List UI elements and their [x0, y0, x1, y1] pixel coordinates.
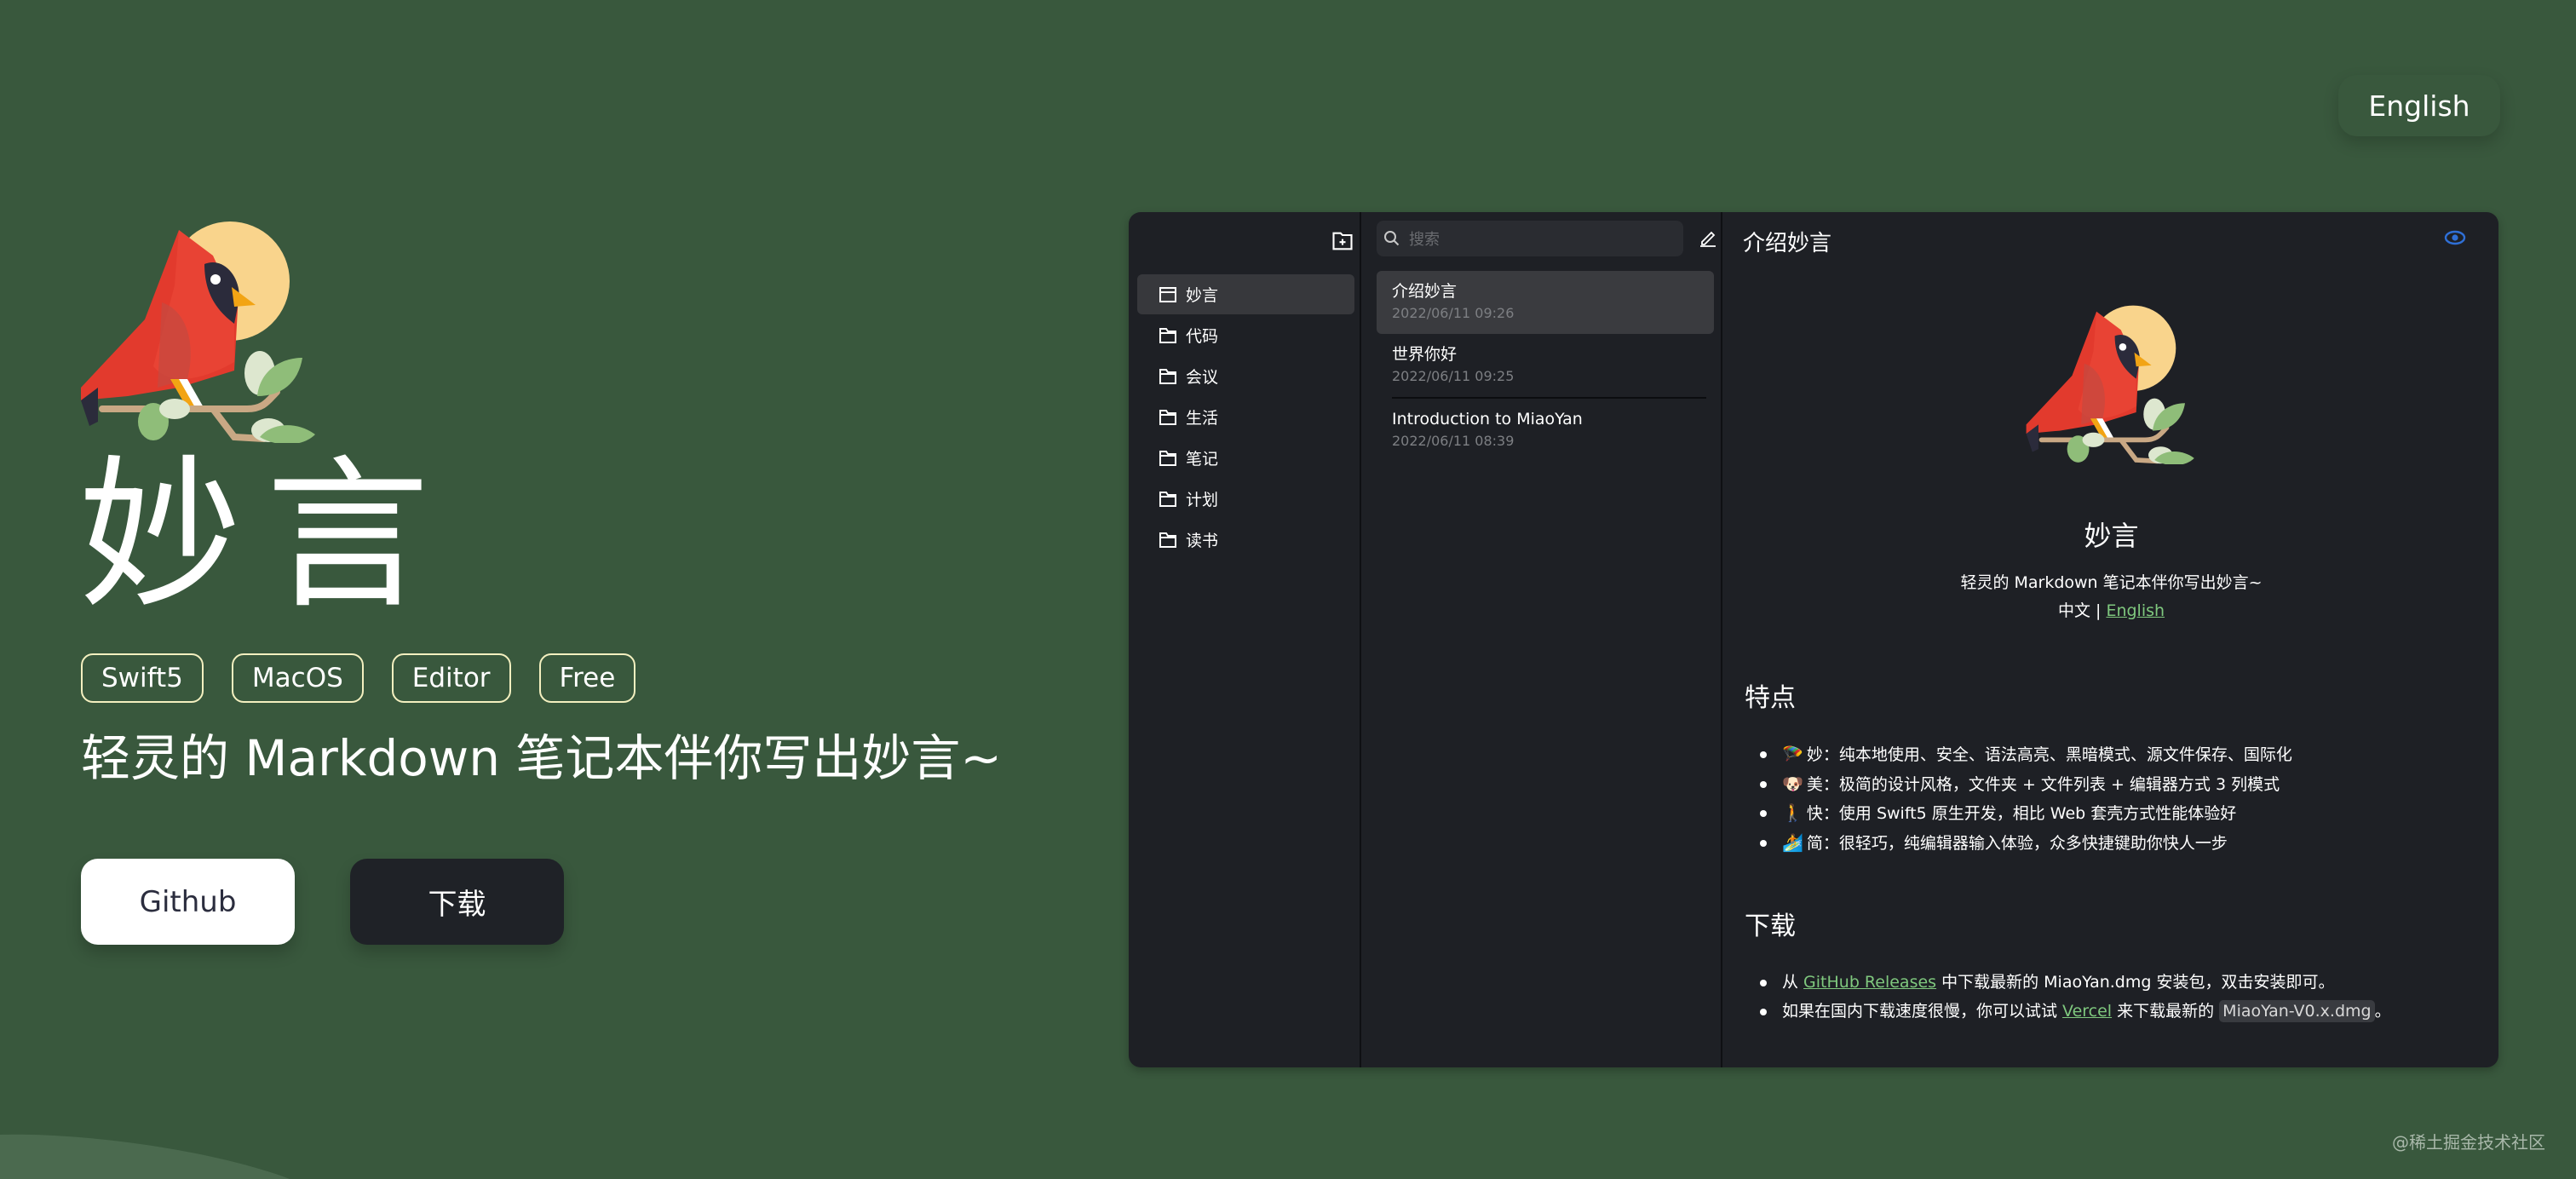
feature-item: 🪂 妙：纯本地使用、安全、语法高亮、黑暗模式、源文件保存、国际化 — [1760, 740, 2292, 770]
note-item[interactable]: Introduction to MiaoYan 2022/06/11 08:39 — [1377, 399, 1714, 462]
vercel-link[interactable]: Vercel — [2062, 1002, 2112, 1021]
note-title: 介绍妙言 — [1392, 282, 1458, 301]
pencil-icon[interactable] — [1698, 227, 1718, 248]
folder-item[interactable]: 计划 — [1137, 479, 1354, 519]
search-input[interactable]: 搜索 — [1377, 221, 1683, 256]
note-date: 2022/06/11 09:26 — [1392, 305, 1515, 321]
tag-list: Swift5 MacOS Editor Free — [81, 653, 636, 703]
feature-text: 妙：纯本地使用、安全、语法高亮、黑暗模式、源文件保存、国际化 — [1806, 745, 2292, 764]
feature-item: 🏄 简：很轻巧，纯编辑器输入体验，众多快捷键助你快人一步 — [1760, 829, 2292, 859]
note-item[interactable]: 世界你好 2022/06/11 09:25 — [1377, 334, 1714, 397]
folder-label: 会议 — [1186, 368, 1219, 387]
folder-label: 笔记 — [1186, 450, 1219, 469]
folder-label: 读书 — [1186, 532, 1219, 550]
folder-item[interactable]: 妙言 — [1137, 274, 1354, 314]
tag-macos: MacOS — [231, 653, 364, 703]
folder-list: 妙言 代码 会议 生活 笔记 计划 读书 — [1137, 274, 1354, 561]
features-list: 🪂 妙：纯本地使用、安全、语法高亮、黑暗模式、源文件保存、国际化 🐶 美：极简的设计… — [1760, 740, 2292, 859]
lang-prefix: 中文 | — [2057, 601, 2107, 620]
note-title: Introduction to MiaoYan — [1392, 410, 1583, 428]
tag-editor: Editor — [391, 653, 511, 703]
watermark: @稀土掘金技术社区 — [2392, 1132, 2545, 1153]
folder-label: 生活 — [1186, 409, 1219, 428]
text: 中下载最新的 MiaoYan.dmg 安装包，双击安装即可。 — [1936, 973, 2335, 992]
text: 如果在国内下载速度很慢，你可以试试 — [1782, 1001, 2063, 1021]
app-window-screenshot: 妙言 代码 会议 生活 笔记 计划 读书 搜索 介绍妙言 2022/06/11 … — [1129, 212, 2498, 1067]
feature-item: 🐶 美：极简的设计风格，文件夹 + 文件列表 + 编辑器方式 3 列模式 — [1760, 770, 2292, 800]
note-list-pane: 搜索 介绍妙言 2022/06/11 09:26 世界你好 2022/06/11… — [1363, 212, 1722, 1067]
note-item[interactable]: 介绍妙言 2022/06/11 09:26 — [1377, 271, 1714, 334]
note-date: 2022/06/11 09:25 — [1392, 368, 1515, 384]
hero-title: 妙言 — [78, 441, 453, 631]
surfboard-icon: 🏄 — [1782, 831, 1803, 853]
editor-title: 介绍妙言 — [1743, 231, 1832, 256]
folder-item[interactable]: 读书 — [1137, 520, 1354, 560]
doc-language-line: 中文 | English — [1724, 598, 2498, 621]
folder-label: 代码 — [1186, 327, 1219, 346]
editor-pane: 介绍妙言 妙言 轻灵的 Markdown 笔记本伴你写出妙言~ 中文 | Eng… — [1724, 212, 2498, 1067]
search-placeholder: 搜索 — [1409, 231, 1440, 249]
folder-item[interactable]: 会议 — [1137, 356, 1354, 396]
feature-text: 快：使用 Swift5 原生开发，相比 Web 套壳方式性能体验好 — [1806, 804, 2237, 823]
note-title: 世界你好 — [1392, 345, 1458, 364]
folder-label: 计划 — [1186, 491, 1219, 509]
walking-person-icon: 🚶 — [1782, 802, 1803, 823]
download-heading: 下载 — [1745, 912, 1796, 941]
note-date: 2022/06/11 08:39 — [1392, 433, 1515, 449]
folder-icon — [1159, 450, 1176, 466]
download-item: 从 GitHub Releases 中下载最新的 MiaoYan.dmg 安装包… — [1760, 969, 2391, 998]
features-heading: 特点 — [1745, 683, 1796, 713]
doc-subtitle: 轻灵的 Markdown 笔记本伴你写出妙言~ — [1960, 573, 2263, 592]
download-item: 如果在国内下载速度很慢，你可以试试 Vercel 来下载最新的 MiaoYan-… — [1760, 998, 2391, 1027]
folder-sidebar: 妙言 代码 会议 生活 笔记 计划 读书 — [1129, 212, 1361, 1067]
folder-item[interactable]: 笔记 — [1137, 438, 1354, 478]
folder-icon — [1159, 532, 1176, 548]
hero-tagline: 轻灵的 Markdown 笔记本伴你写出妙言~ — [81, 729, 1002, 787]
parachute-icon: 🪂 — [1782, 744, 1803, 764]
github-button[interactable]: Github — [81, 859, 295, 945]
feature-item: 🚶 快：使用 Swift5 原生开发，相比 Web 套壳方式性能体验好 — [1760, 799, 2292, 829]
notes: 介绍妙言 2022/06/11 09:26 世界你好 2022/06/11 09… — [1377, 271, 1714, 462]
background-wave — [0, 1134, 290, 1179]
folder-icon — [1159, 409, 1176, 425]
folder-icon — [1159, 491, 1176, 507]
folder-plus-icon[interactable] — [1331, 229, 1354, 253]
text: 来下载最新的 — [2112, 1001, 2220, 1021]
tag-swift5: Swift5 — [81, 653, 204, 703]
search-icon — [1384, 231, 1400, 246]
download-button[interactable]: 下载 — [350, 859, 564, 945]
tag-free: Free — [538, 653, 636, 703]
folder-icon — [1159, 368, 1176, 384]
inline-code: MiaoYan-V0.x.dmg — [2219, 999, 2375, 1022]
github-releases-link[interactable]: GitHub Releases — [1803, 973, 1936, 992]
folder-label: 妙言 — [1186, 286, 1219, 305]
download-list: 从 GitHub Releases 中下载最新的 MiaoYan.dmg 安装包… — [1760, 969, 2391, 1027]
cardinal-logo — [81, 221, 315, 443]
language-toggle-button[interactable]: English — [2338, 75, 2500, 136]
doc-heading: 妙言 — [2084, 520, 2139, 552]
feature-text: 简：很轻巧，纯编辑器输入体验，众多快捷键助你快人一步 — [1806, 833, 2228, 853]
folder-icon — [1159, 327, 1176, 343]
text: 从 — [1782, 973, 1804, 992]
eye-icon[interactable] — [2444, 229, 2466, 246]
folder-icon — [1159, 286, 1176, 302]
cardinal-logo — [2026, 305, 2194, 464]
dog-icon: 🐶 — [1782, 773, 1803, 794]
feature-text: 美：极简的设计风格，文件夹 + 文件列表 + 编辑器方式 3 列模式 — [1806, 774, 2280, 794]
english-link[interactable]: English — [2106, 601, 2165, 620]
folder-item[interactable]: 代码 — [1137, 315, 1354, 355]
folder-item[interactable]: 生活 — [1137, 397, 1354, 437]
text: 。 — [2374, 1001, 2391, 1021]
